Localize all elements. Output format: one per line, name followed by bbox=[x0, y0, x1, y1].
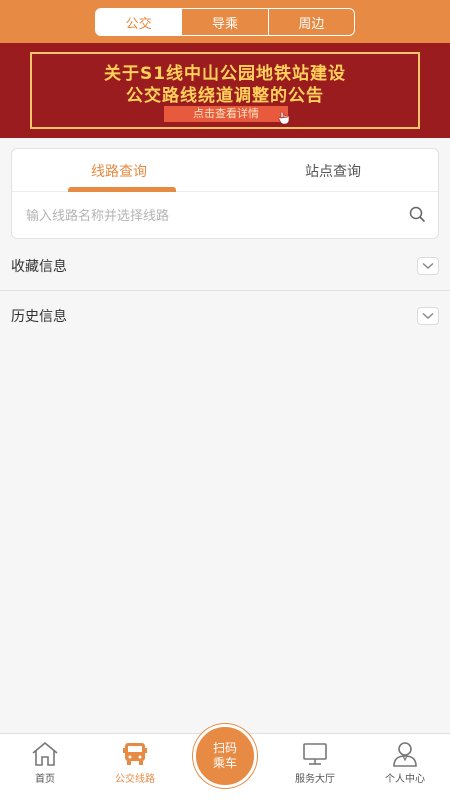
scan-to-ride-button[interactable]: 扫码 乘车 bbox=[193, 724, 257, 788]
nav-service-hall[interactable]: 服务大厅 bbox=[270, 734, 360, 800]
monitor-icon bbox=[300, 741, 330, 767]
tab-bus[interactable]: 公交 bbox=[96, 9, 182, 35]
search-icon[interactable] bbox=[408, 205, 426, 223]
search-tabs: 线路查询 站点查询 bbox=[12, 149, 438, 192]
top-header: 公交 导乘 周边 bbox=[0, 0, 450, 43]
tab-route-query[interactable]: 线路查询 bbox=[12, 149, 226, 192]
scan-label-line1: 扫码 bbox=[212, 741, 237, 755]
announcement-banner[interactable]: 关于S1线中山公园地铁站建设 公交路线绕道调整的公告 点击查看详情 bbox=[0, 43, 450, 138]
favorites-section[interactable]: 收藏信息 bbox=[0, 241, 450, 291]
banner-title-line2: 公交路线绕道调整的公告 bbox=[126, 86, 324, 106]
favorites-title: 收藏信息 bbox=[11, 259, 67, 275]
active-tab-indicator bbox=[68, 187, 176, 192]
tab-nearby[interactable]: 周边 bbox=[267, 9, 354, 35]
chevron-down-icon bbox=[422, 312, 434, 320]
banner-frame: 关于S1线中山公园地铁站建设 公交路线绕道调整的公告 点击查看详情 bbox=[30, 52, 420, 129]
search-card: 线路查询 站点查询 bbox=[11, 148, 439, 239]
pointer-hand-icon bbox=[277, 111, 291, 125]
history-title: 历史信息 bbox=[11, 309, 67, 325]
tab-stop-query[interactable]: 站点查询 bbox=[226, 149, 438, 192]
nav-profile[interactable]: 个人中心 bbox=[360, 734, 450, 800]
favorites-expand-button[interactable] bbox=[417, 257, 439, 275]
history-expand-button[interactable] bbox=[417, 307, 439, 325]
nav-bus-routes-label: 公交线路 bbox=[115, 774, 155, 785]
tab-guide[interactable]: 导乘 bbox=[181, 9, 267, 35]
route-search-input[interactable] bbox=[26, 201, 406, 231]
nav-profile-label: 个人中心 bbox=[385, 774, 425, 785]
history-section[interactable]: 历史信息 bbox=[0, 291, 450, 341]
nav-bus-routes[interactable]: 公交线路 bbox=[90, 734, 180, 800]
mode-segmented-control: 公交 导乘 周边 bbox=[95, 8, 355, 36]
nav-home-label: 首页 bbox=[35, 774, 55, 785]
scan-label-line2: 乘车 bbox=[212, 756, 237, 770]
banner-detail-button[interactable]: 点击查看详情 bbox=[164, 106, 288, 122]
home-icon bbox=[30, 741, 60, 767]
bottom-nav: 首页 公交线路 扫码 乘车 服务大厅 个人中心 bbox=[0, 724, 450, 800]
bus-icon bbox=[120, 741, 150, 767]
user-icon bbox=[390, 741, 420, 767]
chevron-down-icon bbox=[422, 262, 434, 270]
nav-service-hall-label: 服务大厅 bbox=[295, 774, 335, 785]
nav-home[interactable]: 首页 bbox=[0, 734, 90, 800]
